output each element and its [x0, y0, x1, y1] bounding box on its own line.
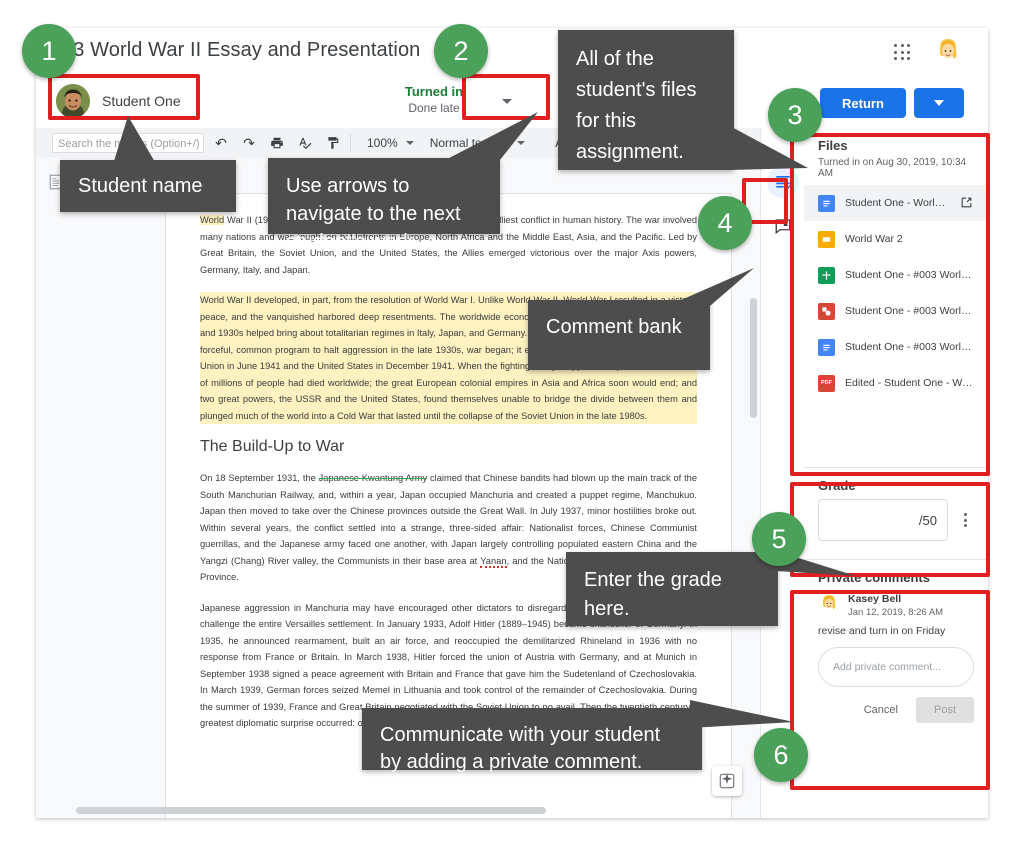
grade-input-row: /50	[818, 499, 974, 541]
callout-text: Use arrows to navigate to the next stude…	[286, 175, 461, 253]
student-name-label: Student One	[102, 93, 181, 109]
callout-pointer-navigation	[426, 112, 538, 170]
comment-actions: Cancel Post	[818, 697, 974, 723]
badge-number: 3	[787, 99, 803, 130]
private-comments-card: Private comments Kasey Bell Jan 12, 2019…	[804, 560, 988, 790]
annotation-badge-3: 3	[768, 88, 822, 142]
google-slides-red-icon	[818, 302, 835, 320]
paragraph-text-pre: On 18 September 1931, the	[200, 473, 319, 483]
google-docs-icon	[818, 338, 835, 356]
student-photo-illustration	[56, 84, 90, 118]
classroom-side-panel: Files Turned in on Aug 30, 2019, 10:34 A…	[804, 128, 988, 818]
callout-text: Comment bank	[546, 316, 682, 338]
account-avatar[interactable]	[932, 36, 964, 68]
explore-icon[interactable]	[712, 766, 742, 796]
callout-text: Communicate with your student by adding …	[380, 724, 661, 773]
account-avatar-illustration	[932, 36, 964, 68]
print-icon[interactable]	[266, 132, 288, 154]
file-name: Student One - #003 World Wa..	[845, 341, 974, 353]
list-item[interactable]: Student One - #003 World Wa..	[818, 257, 974, 293]
file-name: Student One - #003 World Wa..	[845, 305, 974, 317]
document-heading: The Build-Up to War	[200, 438, 345, 455]
post-button[interactable]: Post	[915, 697, 974, 723]
document-horizontal-scrollbar[interactable]	[76, 807, 546, 814]
comment-text: revise and turn in on Friday	[818, 625, 946, 637]
annotation-badge-5: 5	[752, 512, 806, 566]
suggested-deletion: Japanese Kwantung Army	[318, 473, 428, 483]
status-chevron-down-icon[interactable]	[502, 99, 512, 104]
avatar	[818, 593, 840, 615]
file-name: Student One - #003 World Wa..	[845, 269, 974, 281]
spellcheck-icon[interactable]	[294, 132, 316, 154]
undo-icon[interactable]: ↶	[210, 132, 232, 154]
page-title: 03 World War II Essay and Presentation	[62, 39, 421, 61]
file-name: Edited - Student One - World ...	[845, 377, 974, 389]
comment-meta: Kasey Bell Jan 12, 2019, 8:26 AM	[848, 593, 943, 619]
badge-number: 4	[717, 207, 733, 238]
callout-pointer-student-name	[110, 116, 162, 174]
files-card: Files Turned in on Aug 30, 2019, 10:34 A…	[804, 128, 988, 468]
kebab-menu-icon[interactable]	[956, 513, 974, 527]
files-title: Files	[818, 138, 848, 153]
top-bar: 03 World War II Essay and Presentation	[36, 28, 988, 76]
spelling-error: Yanan	[480, 555, 507, 568]
list-item[interactable]: Student One - World ...	[804, 185, 988, 221]
highlighted-word: World	[200, 215, 225, 225]
annotation-badge-2: 2	[434, 24, 488, 78]
list-item[interactable]: PDF Edited - Student One - World ...	[818, 365, 974, 401]
turned-in-timestamp: Turned in on Aug 30, 2019, 10:34 AM	[818, 157, 967, 179]
callout-text: Enter the grade here.	[584, 569, 722, 620]
google-sheets-icon	[818, 266, 835, 284]
apps-grid-icon[interactable]	[894, 44, 912, 62]
callout-pointer-comment-bank	[640, 268, 754, 318]
return-button[interactable]: Return	[820, 88, 906, 118]
google-slides-icon	[818, 230, 835, 248]
list-item[interactable]: Student One - #003 World Wa..	[818, 293, 974, 329]
zoom-level-selector[interactable]: 100%	[367, 136, 414, 150]
file-name: Student One - World ...	[845, 197, 950, 209]
status-primary-label: Turned in	[404, 84, 464, 99]
badge-number: 1	[41, 35, 57, 66]
comment-date: Jan 12, 2019, 8:26 AM	[848, 607, 944, 618]
pdf-icon: PDF	[818, 374, 835, 392]
screenshot-root: 03 World War II Essay and Presentation S…	[0, 0, 1024, 848]
redo-icon[interactable]: ↷	[238, 132, 260, 154]
callout-private-comment: Communicate with your student by adding …	[362, 708, 702, 773]
callout-grade: Enter the grade here.	[566, 552, 778, 626]
cancel-button[interactable]: Cancel	[852, 698, 910, 722]
chevron-down-icon	[405, 141, 414, 145]
badge-number: 5	[771, 523, 787, 554]
callout-text: All of the student's files for this assi…	[576, 48, 697, 163]
open-external-icon[interactable]	[960, 196, 974, 210]
zoom-level-label: 100%	[367, 136, 398, 150]
avatar	[56, 84, 90, 118]
annotation-badge-1: 1	[22, 24, 76, 78]
paint-format-icon[interactable]	[322, 132, 344, 154]
return-menu-button[interactable]	[914, 88, 964, 118]
grade-title: Grade	[818, 478, 856, 493]
teacher-avatar-illustration	[818, 593, 840, 615]
comment-bank-icon[interactable]	[767, 210, 799, 242]
google-docs-icon	[818, 194, 835, 212]
badge-number: 6	[773, 739, 789, 770]
list-item[interactable]: Student One - #003 World Wa..	[818, 329, 974, 365]
file-name: World War 2	[845, 233, 903, 245]
comment-author: Kasey Bell	[848, 593, 902, 605]
student-chip[interactable]: Student One	[56, 84, 181, 118]
list-item[interactable]: World War 2	[818, 221, 974, 257]
callout-text: Student name	[78, 175, 203, 197]
toolbar-divider	[350, 134, 351, 152]
suggestions-icon[interactable]	[767, 166, 799, 198]
annotation-badge-6: 6	[754, 728, 808, 782]
comment-header: Kasey Bell Jan 12, 2019, 8:26 AM	[818, 593, 974, 619]
annotation-badge-4: 4	[698, 196, 752, 250]
chevron-down-icon	[934, 100, 944, 106]
badge-number: 2	[453, 35, 469, 66]
grade-input[interactable]: /50	[818, 499, 948, 541]
add-private-comment-input[interactable]: Add private comment...	[818, 647, 974, 687]
